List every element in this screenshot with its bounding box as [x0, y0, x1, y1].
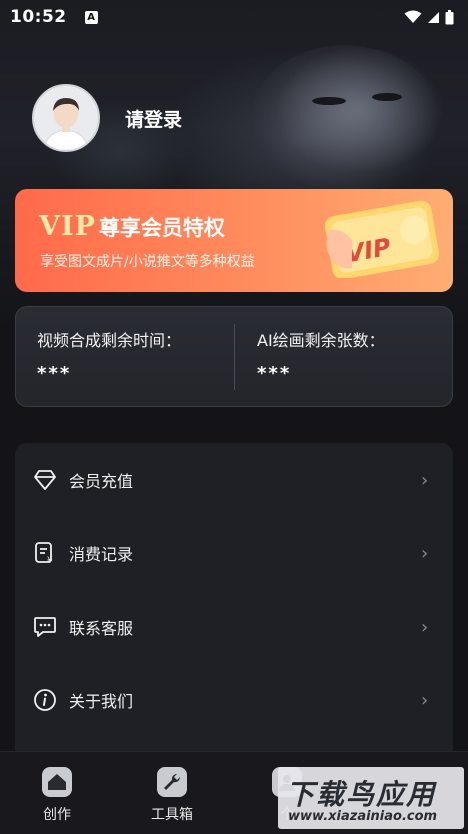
info-icon: [32, 687, 58, 713]
chat-icon: [32, 614, 58, 640]
status-bar: 10:52 A: [0, 0, 468, 34]
vip-subtitle: 享受图文成片/小说推文等多种权益: [40, 254, 255, 270]
menu-item-records[interactable]: ¥ 消费记录 ›: [15, 528, 453, 578]
artwork-eye-right: [372, 93, 402, 101]
battery-icon: [445, 9, 454, 24]
chevron-right-icon: ›: [421, 689, 429, 711]
wifi-icon: [404, 10, 422, 23]
tab-label: 创作: [43, 807, 71, 823]
default-avatar-icon: [43, 98, 89, 150]
hero-artwork: [250, 45, 440, 195]
vip-title-text: 尊享会员特权: [98, 216, 225, 240]
menu-item-label: 会员充值: [69, 472, 134, 491]
vip-title-vip: VIP: [39, 211, 96, 242]
vip-card-hand-icon: VIP: [324, 200, 440, 278]
receipt-icon: ¥: [32, 540, 58, 566]
video-quota-value: ***: [37, 363, 72, 384]
login-link[interactable]: 请登录: [125, 105, 182, 132]
ai-quota-value: ***: [257, 363, 292, 384]
tab-label: 工具箱: [151, 807, 193, 823]
diamond-icon: [32, 467, 58, 493]
menu-item-recharge[interactable]: 会员充值 ›: [15, 455, 453, 505]
menu-item-label: 关于我们: [69, 692, 134, 711]
menu-item-about[interactable]: 关于我们 ›: [15, 675, 453, 725]
signal-icon: [428, 11, 439, 23]
tab-toolbox[interactable]: 工具箱: [151, 767, 193, 824]
home-icon: [42, 767, 72, 797]
watermark-url: www.xiazainiao.com: [288, 809, 438, 824]
watermark-title: 下载鸟应用: [286, 778, 437, 811]
artwork-eye-left: [312, 97, 346, 105]
watermark: 下载鸟应用 www.xiazainiao.com: [278, 767, 464, 829]
profile-header[interactable]: 请登录: [32, 84, 182, 152]
menu-item-label: 联系客服: [69, 619, 134, 638]
quota-divider: [234, 324, 235, 390]
video-quota-label: 视频合成剩余时间：: [37, 331, 182, 350]
menu-item-label: 消费记录: [69, 545, 134, 564]
tab-create[interactable]: 创作: [42, 767, 72, 824]
chevron-right-icon: ›: [421, 616, 429, 638]
chevron-right-icon: ›: [421, 469, 429, 491]
avatar[interactable]: [32, 84, 100, 152]
svg-text:¥: ¥: [47, 556, 53, 565]
notification-icon: A: [84, 10, 98, 24]
vip-title: VIP 尊享会员特权: [39, 211, 225, 242]
ai-quota-label: AI绘画剩余张数：: [257, 331, 385, 350]
menu-list: 会员充值 › ¥ 消费记录 › 联系客服 › 关于我们 ›: [15, 443, 453, 773]
chevron-right-icon: ›: [421, 542, 429, 564]
menu-item-support[interactable]: 联系客服 ›: [15, 602, 453, 652]
quota-card: 视频合成剩余时间： *** AI绘画剩余张数： ***: [15, 306, 453, 407]
status-time: 10:52: [10, 7, 67, 27]
wrench-icon: [157, 767, 187, 797]
